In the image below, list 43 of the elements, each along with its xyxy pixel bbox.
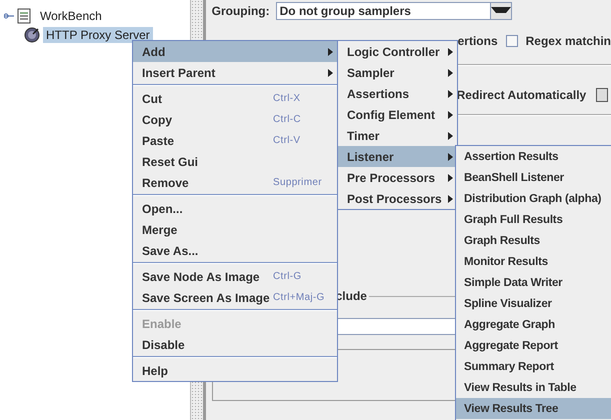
menu-item[interactable]: Disable [133, 334, 337, 355]
checkbox-label: Regex matchin [526, 34, 611, 48]
menu-item[interactable]: Remove Supprimer [133, 172, 337, 193]
grouping-label: Grouping: [212, 4, 270, 18]
menu-item[interactable]: Assertions [338, 83, 457, 104]
menu-item[interactable]: Graph Full Results [456, 209, 611, 230]
tree-item[interactable]: WorkBench [37, 8, 105, 24]
menu-item[interactable]: Reset Gui [133, 151, 337, 172]
menu-item[interactable]: Sampler [338, 62, 457, 83]
menu-item[interactable]: Monitor Results [456, 251, 611, 272]
menu-item[interactable]: Spline Visualizer [456, 293, 611, 314]
menu-item[interactable]: BeanShell Listener [456, 167, 611, 188]
menu-item[interactable]: Logic Controller [338, 41, 457, 62]
tree-item[interactable]: HTTP Proxy Server [43, 26, 153, 42]
menu-item[interactable]: View Results Tree [456, 398, 611, 419]
menu-item[interactable]: Aggregate Report [456, 335, 611, 356]
menu-item[interactable]: Graph Results [456, 230, 611, 251]
checkbox-label: ertions [458, 34, 498, 48]
menu-item[interactable]: Copy Ctrl-C [133, 109, 337, 130]
menu-item[interactable]: Save Node As Image Ctrl-G [133, 266, 337, 287]
menu-item[interactable]: Merge [133, 219, 337, 240]
menu-item[interactable]: Aggregate Graph [456, 314, 611, 335]
menu-item[interactable]: Listener [338, 146, 457, 167]
menu-item[interactable]: Simple Data Writer [456, 272, 611, 293]
menu-item[interactable]: Timer [338, 125, 457, 146]
menu-item[interactable]: Add [133, 41, 337, 62]
menu-item[interactable]: Assertion Results [456, 146, 611, 167]
menu-item[interactable]: Summary Report [456, 356, 611, 377]
menu-item[interactable]: Config Element [338, 104, 457, 125]
menu-item[interactable]: Save As... [133, 240, 337, 261]
menu-item[interactable]: Distribution Graph (alpha) [456, 188, 611, 209]
menu-item[interactable]: Paste Ctrl-V [133, 130, 337, 151]
menu-item[interactable]: Open... [133, 198, 337, 219]
dropdown-arrow-icon [490, 7, 511, 15]
checkbox-label: Redirect Automatically [456, 88, 586, 102]
grouping-dropdown[interactable]: Do not group samplers [276, 2, 512, 20]
menu-item[interactable]: Cut Ctrl-X [133, 88, 337, 109]
regex-checkbox[interactable] [506, 35, 518, 47]
small-button[interactable] [596, 88, 608, 102]
menu-item[interactable]: View Results in Table [456, 377, 611, 398]
node-icon [24, 26, 40, 42]
menu-item[interactable]: Help [133, 360, 337, 381]
menu-item[interactable]: Save Screen As Image Ctrl+Maj-G [133, 287, 337, 308]
